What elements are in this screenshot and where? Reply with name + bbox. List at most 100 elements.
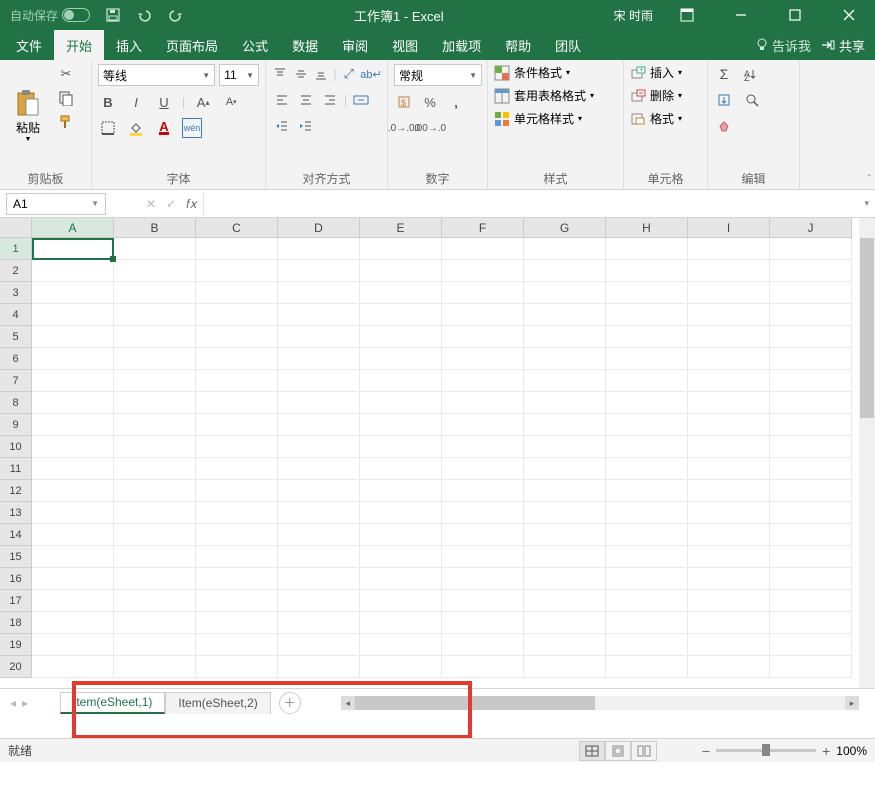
cell[interactable]	[524, 458, 606, 480]
cell[interactable]	[606, 458, 688, 480]
cell[interactable]	[524, 260, 606, 282]
cancel-formula-icon[interactable]: ✕	[146, 197, 156, 211]
cell[interactable]	[770, 348, 852, 370]
cell[interactable]	[196, 590, 278, 612]
cell[interactable]	[770, 480, 852, 502]
cell[interactable]	[606, 590, 688, 612]
cell[interactable]	[770, 436, 852, 458]
ribbon-tab-帮助[interactable]: 帮助	[493, 30, 543, 61]
ribbon-tab-团队[interactable]: 团队	[543, 30, 593, 61]
cell[interactable]	[770, 326, 852, 348]
cell[interactable]	[278, 524, 360, 546]
cell[interactable]	[770, 370, 852, 392]
formula-bar[interactable]	[203, 193, 865, 215]
cell[interactable]	[32, 238, 114, 260]
italic-button[interactable]: I	[126, 92, 146, 112]
collapse-ribbon-icon[interactable]: ˆ	[868, 174, 871, 185]
cell[interactable]	[770, 590, 852, 612]
cell[interactable]	[688, 282, 770, 304]
horizontal-scrollbar[interactable]: ◂▸	[341, 696, 859, 710]
ribbon-tab-公式[interactable]: 公式	[230, 30, 280, 61]
align-bottom-icon[interactable]	[313, 64, 329, 84]
cell[interactable]	[278, 260, 360, 282]
cell[interactable]	[278, 458, 360, 480]
cell[interactable]	[524, 326, 606, 348]
cell[interactable]	[688, 304, 770, 326]
fx-icon[interactable]: fⅹ	[186, 197, 196, 211]
ribbon-tab-页面布局[interactable]: 页面布局	[154, 30, 230, 61]
cell[interactable]	[278, 282, 360, 304]
cell[interactable]	[688, 392, 770, 414]
cell[interactable]	[196, 436, 278, 458]
cell[interactable]	[196, 392, 278, 414]
cell[interactable]	[32, 458, 114, 480]
cell[interactable]	[32, 656, 114, 678]
cell[interactable]	[688, 348, 770, 370]
add-sheet-button[interactable]: ＋	[279, 692, 301, 714]
column-header[interactable]: A	[32, 218, 114, 238]
cell[interactable]	[442, 634, 524, 656]
cell[interactable]	[606, 634, 688, 656]
cell[interactable]	[688, 634, 770, 656]
cell[interactable]	[360, 238, 442, 260]
cell[interactable]	[442, 326, 524, 348]
row-header[interactable]: 3	[0, 282, 32, 304]
cell[interactable]	[278, 656, 360, 678]
cell[interactable]	[688, 524, 770, 546]
cell[interactable]	[688, 546, 770, 568]
row-header[interactable]: 9	[0, 414, 32, 436]
increase-decimal-icon[interactable]: .0→.00	[394, 118, 414, 138]
cell[interactable]	[606, 238, 688, 260]
cell[interactable]	[442, 546, 524, 568]
cell[interactable]	[688, 656, 770, 678]
cell[interactable]	[360, 480, 442, 502]
sheet-nav-next-icon[interactable]: ▸	[22, 696, 28, 710]
cell[interactable]	[32, 260, 114, 282]
cell[interactable]	[770, 238, 852, 260]
cell[interactable]	[688, 502, 770, 524]
ribbon-tab-审阅[interactable]: 审阅	[330, 30, 380, 61]
cell[interactable]	[360, 348, 442, 370]
cell[interactable]	[360, 370, 442, 392]
column-header[interactable]: G	[524, 218, 606, 238]
cell[interactable]	[770, 282, 852, 304]
cell[interactable]	[688, 238, 770, 260]
redo-icon[interactable]	[168, 8, 184, 22]
cell[interactable]	[360, 392, 442, 414]
insert-cells-button[interactable]: + 插入▾	[630, 64, 701, 81]
cell[interactable]	[524, 590, 606, 612]
tellme[interactable]: 告诉我	[756, 36, 811, 55]
zoom-in-button[interactable]: +	[822, 743, 830, 759]
cell[interactable]	[196, 480, 278, 502]
decrease-font-icon[interactable]: A▾	[221, 92, 241, 112]
cell[interactable]	[442, 502, 524, 524]
font-size-dropdown[interactable]: 11▼	[219, 64, 259, 86]
cell[interactable]	[688, 414, 770, 436]
cell[interactable]	[196, 656, 278, 678]
copy-icon[interactable]	[56, 88, 76, 108]
cell[interactable]	[32, 370, 114, 392]
cell[interactable]	[196, 502, 278, 524]
cell[interactable]	[360, 546, 442, 568]
cell[interactable]	[114, 568, 196, 590]
cell[interactable]	[196, 458, 278, 480]
row-header[interactable]: 11	[0, 458, 32, 480]
normal-view-button[interactable]	[579, 741, 605, 761]
cell[interactable]	[770, 568, 852, 590]
delete-cells-button[interactable]: 删除▾	[630, 87, 701, 104]
expand-formula-icon[interactable]: ▾	[864, 198, 869, 209]
cell[interactable]	[688, 260, 770, 282]
cell[interactable]	[196, 568, 278, 590]
cell[interactable]	[524, 502, 606, 524]
cell[interactable]	[278, 326, 360, 348]
cell[interactable]	[606, 480, 688, 502]
cell[interactable]	[360, 326, 442, 348]
cell[interactable]	[442, 436, 524, 458]
cell[interactable]	[442, 414, 524, 436]
cell[interactable]	[524, 392, 606, 414]
select-all-button[interactable]	[0, 218, 32, 238]
cell[interactable]	[442, 304, 524, 326]
cell[interactable]	[32, 634, 114, 656]
cell[interactable]	[196, 238, 278, 260]
cell[interactable]	[114, 502, 196, 524]
